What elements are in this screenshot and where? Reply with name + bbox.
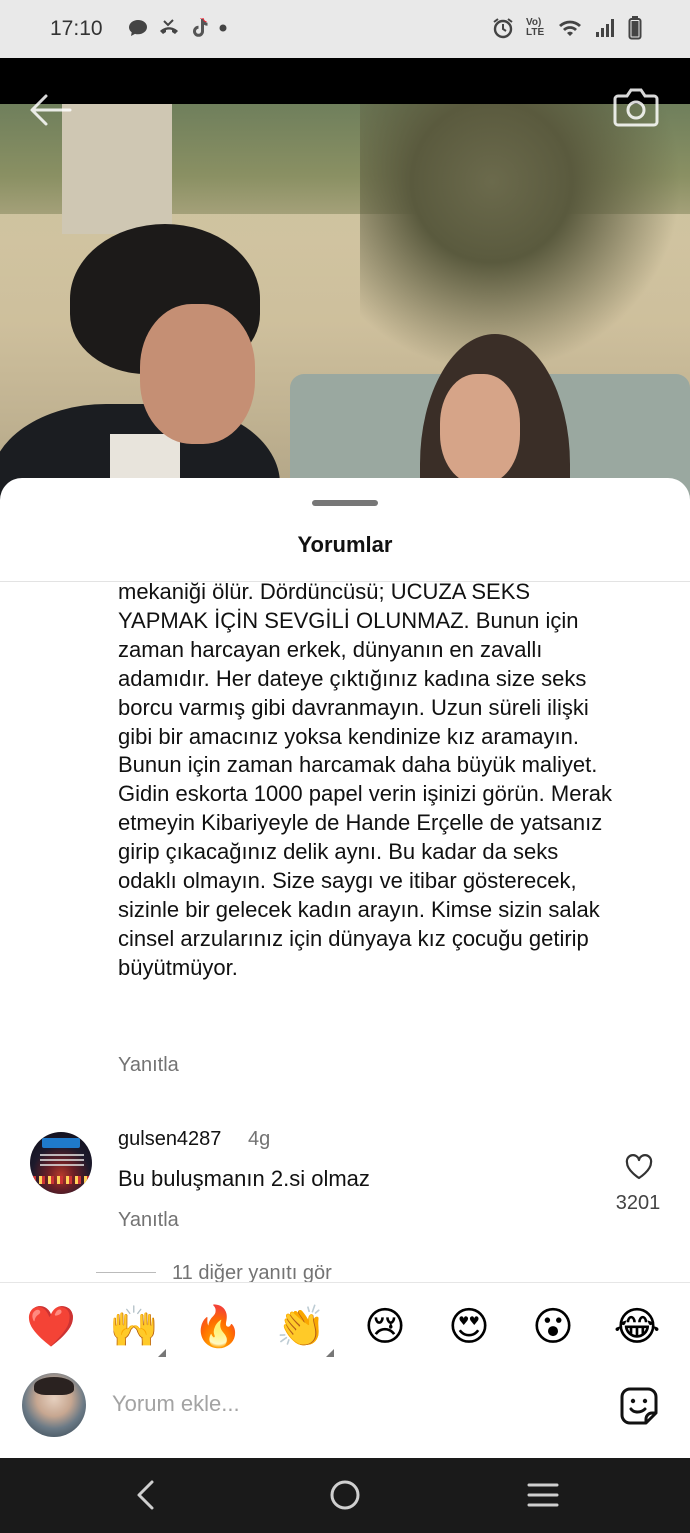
- heart-icon[interactable]: [625, 1154, 653, 1180]
- notification-icons: [128, 18, 228, 38]
- emoji-surprised[interactable]: 😮: [526, 1301, 580, 1353]
- emoji-laughing[interactable]: 😂: [610, 1301, 664, 1353]
- camera-icon[interactable]: [612, 86, 660, 128]
- comment-text: mekaniği ölür. Dördüncüsü; UCUZA SEKS YA…: [118, 579, 613, 980]
- comment-input[interactable]: Yorum ekle...: [112, 1391, 240, 1417]
- comment-username[interactable]: gulsen4287: [118, 1128, 221, 1151]
- top-bar-background: [0, 58, 690, 104]
- reply-button[interactable]: Yanıtla: [118, 1054, 179, 1077]
- missed-call-icon: [160, 19, 178, 34]
- avatar: [22, 1373, 86, 1437]
- battery-icon: [628, 16, 642, 40]
- comment-composer: ❤️ 🙌 🔥 👏 😢 😍 😮 😂 Yorum ekle...: [0, 1282, 690, 1458]
- sheet-drag-handle[interactable]: [312, 500, 378, 506]
- status-bar: 17:10 Vo) LTE: [0, 0, 690, 58]
- video-background: [0, 104, 690, 504]
- comments-sheet: Yorumlar mekaniği ölür. Dördüncüsü; UCUZ…: [0, 478, 690, 1458]
- skin-tone-indicator: [158, 1349, 166, 1357]
- emoji-heart-eyes[interactable]: 😍: [442, 1301, 496, 1353]
- reply-button[interactable]: Yanıtla: [118, 1209, 179, 1232]
- wifi-icon: [559, 20, 581, 36]
- emoji-raising-hands[interactable]: 🙌: [107, 1301, 161, 1353]
- dot-icon: [219, 24, 227, 32]
- navigation-bar: [0, 1458, 690, 1533]
- emoji-clapping[interactable]: 👏: [274, 1301, 328, 1353]
- alarm-icon: [493, 18, 513, 39]
- status-time: 17:10: [50, 17, 103, 40]
- system-icons: Vo) LTE: [492, 16, 642, 40]
- back-arrow-icon[interactable]: [28, 92, 72, 128]
- replies-line: [96, 1272, 156, 1273]
- recents-nav-icon[interactable]: [526, 1478, 560, 1512]
- header-divider: [0, 581, 690, 582]
- tiktok-icon: [193, 18, 208, 37]
- signal-icon: [596, 19, 614, 37]
- avatar[interactable]: [30, 1132, 92, 1194]
- like-count: 3201: [615, 1192, 661, 1214]
- emoji-heart[interactable]: ❤️: [24, 1301, 78, 1353]
- sheet-title: Yorumlar: [297, 532, 393, 557]
- back-nav-icon[interactable]: [130, 1478, 164, 1512]
- volte-icon: Vo) LTE: [526, 17, 545, 38]
- comment-text: Bu buluşmanın 2.si olmaz: [118, 1166, 370, 1191]
- chat-bubble-icon: [129, 20, 147, 36]
- home-nav-icon[interactable]: [328, 1478, 362, 1512]
- sticker-icon[interactable]: [618, 1385, 660, 1427]
- comment-time: 4g: [248, 1128, 271, 1150]
- skin-tone-indicator: [326, 1349, 334, 1357]
- emoji-crying[interactable]: 😢: [358, 1301, 412, 1353]
- emoji-fire[interactable]: 🔥: [191, 1301, 245, 1353]
